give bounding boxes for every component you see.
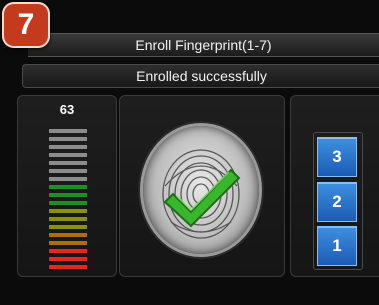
step-1-indicator: 1 — [317, 226, 357, 266]
quality-bar — [49, 129, 87, 133]
fingerprint-graphic — [162, 149, 241, 239]
quality-bar — [49, 201, 87, 205]
quality-meter — [49, 129, 87, 273]
quality-bar — [49, 249, 87, 253]
step-3-indicator: 3 — [317, 137, 357, 177]
quality-bar — [49, 193, 87, 197]
quality-bar — [49, 257, 87, 261]
quality-panel: 63 — [17, 95, 117, 277]
step-2-indicator: 2 — [317, 182, 357, 222]
quality-bar — [49, 225, 87, 229]
quality-bar — [49, 209, 87, 213]
quality-bar — [49, 161, 87, 165]
page-title: Enroll Fingerprint(1-7) — [28, 33, 379, 57]
quality-bar — [49, 177, 87, 181]
quality-bar — [49, 185, 87, 189]
enroll-status-message: Enrolled successfully — [22, 64, 379, 88]
quality-bar — [49, 241, 87, 245]
quality-bar — [49, 153, 87, 157]
quality-value: 63 — [59, 102, 75, 117]
quality-bar — [49, 265, 87, 269]
quality-bar — [49, 217, 87, 221]
enroll-steps-panel: 3 2 1 — [290, 95, 379, 277]
quality-bar — [49, 137, 87, 141]
scanner-panel — [119, 95, 285, 277]
quality-bar — [49, 169, 87, 173]
quality-bar — [49, 145, 87, 149]
fingerprint-success-icon — [143, 126, 259, 254]
quality-bar — [49, 233, 87, 237]
step-number-badge: 7 — [2, 2, 50, 48]
